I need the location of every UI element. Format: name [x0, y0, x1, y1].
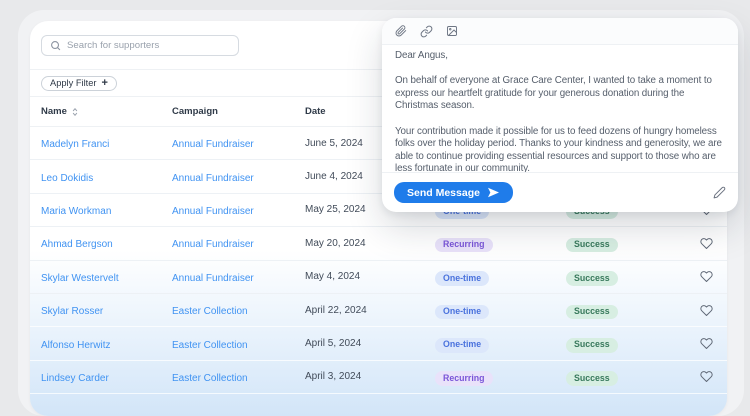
supporter-name-link[interactable]: Skylar Rosser — [41, 306, 103, 317]
column-header-name[interactable]: Name — [41, 106, 172, 117]
attachment-icon — [395, 25, 407, 37]
favorite-button[interactable] — [699, 370, 713, 383]
search-input[interactable]: Search for supporters — [41, 34, 239, 56]
status-badge: Success — [566, 271, 618, 286]
heart-icon — [699, 371, 713, 383]
plus-icon: + — [101, 76, 108, 89]
table-row — [30, 394, 727, 416]
donation-date: April 3, 2024 — [305, 371, 362, 383]
campaign-link[interactable]: Annual Fundraiser — [172, 139, 254, 150]
send-icon — [487, 187, 499, 198]
heart-icon — [699, 304, 713, 316]
status-badge: Success — [566, 237, 618, 253]
pencil-icon — [713, 186, 726, 199]
campaign-link[interactable]: Annual Fundraiser — [172, 273, 254, 284]
screen: { "search": { "placeholder": "Search for… — [0, 0, 750, 416]
column-header-campaign[interactable]: Campaign — [172, 106, 305, 117]
apply-filter-label: Apply Filter — [50, 78, 97, 88]
supporter-name-link[interactable]: Skylar Westervelt — [41, 273, 119, 284]
favorite-button[interactable] — [699, 304, 713, 317]
send-message-button[interactable]: Send Message — [394, 182, 513, 203]
donation-date: April 22, 2024 — [305, 304, 367, 316]
table-row: Skylar Westervelt Annual Fundraiser May … — [30, 261, 727, 294]
compose-card: Dear Angus, On behalf of everyone at Gra… — [382, 18, 738, 212]
favorite-button[interactable] — [699, 237, 713, 250]
search-icon — [51, 40, 61, 50]
type-badge: One-time — [435, 304, 490, 320]
type-badge: Recurring — [435, 371, 493, 387]
favorite-button[interactable] — [699, 337, 713, 350]
message-body[interactable]: Dear Angus, On behalf of everyone at Gra… — [382, 45, 738, 172]
campaign-link[interactable]: Annual Fundraiser — [172, 206, 254, 217]
supporter-name-link[interactable]: Lindsey Carder — [41, 373, 109, 384]
type-badge: One-time — [435, 337, 490, 353]
sort-icon — [72, 107, 78, 116]
edit-message-button[interactable] — [713, 186, 726, 199]
campaign-link[interactable]: Annual Fundraiser — [172, 239, 254, 250]
status-badge: Success — [566, 304, 618, 320]
favorite-button[interactable] — [699, 270, 713, 283]
status-badge: Success — [566, 371, 618, 387]
insert-image-button[interactable] — [446, 25, 458, 37]
campaign-link[interactable]: Annual Fundraiser — [172, 173, 254, 184]
table-row: Alfonso Herwitz Easter Collection April … — [30, 327, 727, 361]
type-badge: Recurring — [435, 237, 493, 253]
heart-icon — [699, 238, 713, 249]
search-placeholder: Search for supporters — [67, 39, 160, 51]
compose-toolbar — [382, 18, 738, 45]
table-row: Lindsey Carder Easter Collection April 3… — [30, 361, 727, 395]
campaign-link[interactable]: Easter Collection — [172, 373, 248, 384]
donation-date: April 5, 2024 — [305, 338, 362, 350]
attachment-button[interactable] — [395, 25, 407, 37]
campaign-link[interactable]: Easter Collection — [172, 306, 248, 317]
status-badge: Success — [566, 337, 618, 353]
apply-filter-button[interactable]: Apply Filter + — [41, 75, 117, 91]
insert-link-button[interactable] — [420, 25, 433, 38]
image-icon — [447, 26, 457, 36]
donation-date: May 4, 2024 — [305, 271, 361, 283]
supporter-name-link[interactable]: Madelyn Franci — [41, 139, 109, 150]
table-row: Skylar Rosser Easter Collection April 22… — [30, 294, 727, 328]
donation-date: May 20, 2024 — [305, 237, 366, 249]
heart-icon — [699, 338, 713, 350]
table-row: Ahmad Bergson Annual Fundraiser May 20, … — [30, 227, 727, 261]
compose-footer: Send Message — [382, 172, 738, 212]
supporter-name-link[interactable]: Ahmad Bergson — [41, 239, 113, 250]
supporter-name-link[interactable]: Maria Workman — [41, 206, 111, 217]
supporter-name-link[interactable]: Alfonso Herwitz — [41, 340, 110, 351]
supporter-name-link[interactable]: Leo Dokidis — [41, 173, 93, 184]
type-badge: One-time — [435, 271, 490, 286]
link-icon — [420, 25, 433, 37]
send-message-label: Send Message — [407, 186, 480, 199]
heart-icon — [699, 271, 713, 283]
campaign-link[interactable]: Easter Collection — [172, 340, 248, 351]
